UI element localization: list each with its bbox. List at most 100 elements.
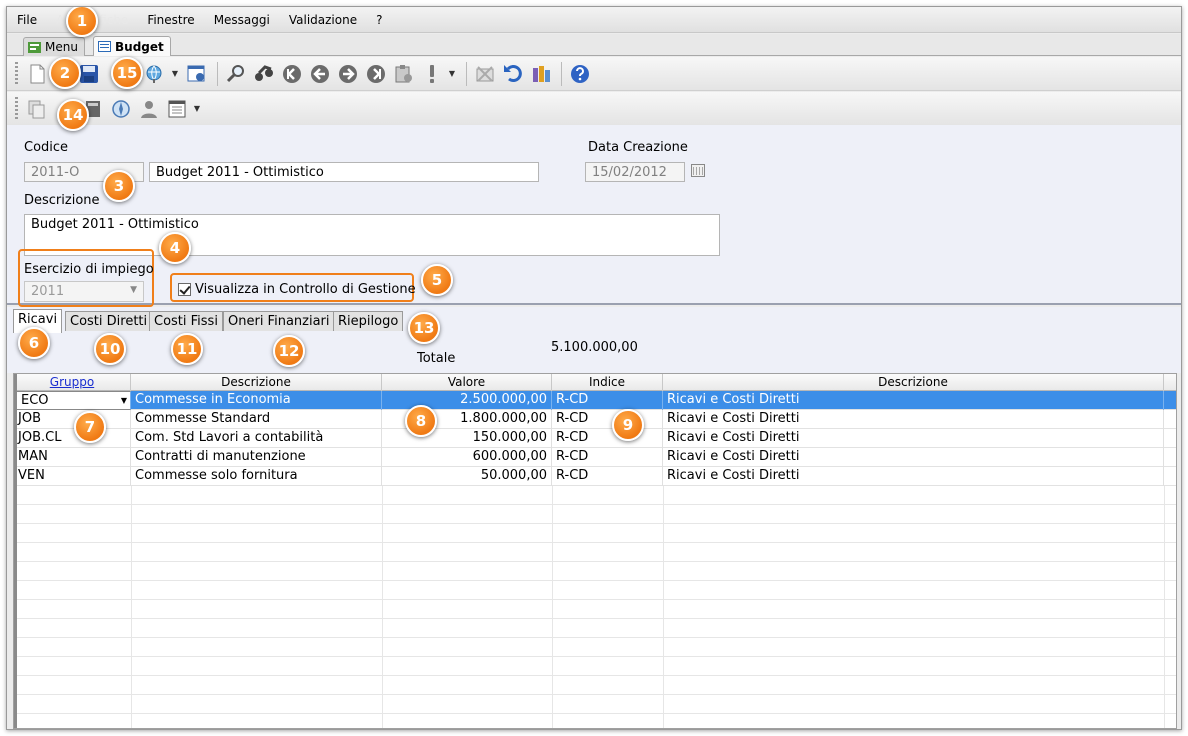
callout-badge: 10 [94,333,126,365]
table-row[interactable]: ECO ▼ Commesse in Economia 2.500.000,00 R… [14,391,1176,410]
cell-indice[interactable]: R-CD [552,429,663,448]
toolbar-grip[interactable] [15,61,18,86]
toolbar-separator [217,61,218,86]
cell-descrizione[interactable]: Commesse Standard [131,410,382,429]
visualizza-checkbox-row[interactable]: Visualizza in Controllo di Gestione [178,282,416,297]
report-button[interactable] [528,61,554,87]
copy-button[interactable] [24,96,50,122]
cell-descrizione[interactable]: Commesse solo fornitura [131,467,382,486]
section-tabs: Ricavi Costi Diretti Costi Fissi Oneri F… [7,307,1181,333]
new-document-icon [30,64,45,83]
first-record-button[interactable] [279,61,305,87]
cell-indice[interactable]: R-CD [552,391,663,410]
table-row[interactable]: MAN Contratti di manutenzione 600.000,00… [14,448,1176,467]
menu-messaggi[interactable]: Messaggi [214,13,270,27]
help-button[interactable] [567,61,593,87]
budget-tab-icon [98,41,111,52]
cell-gruppo[interactable]: JOB.CL [14,429,131,448]
layout-dropdown-caret[interactable]: ▼ [192,96,202,122]
column-descrizione[interactable]: Descrizione [131,374,382,391]
cell-indice[interactable]: R-CD [552,448,663,467]
callout-badge: 5 [421,264,453,296]
menu-help[interactable]: ? [376,13,382,27]
properties-button[interactable] [184,61,210,87]
secondary-toolbar: ▼ [7,92,1181,126]
exclamation-icon [430,64,434,83]
cell-descrizione-indice[interactable]: Ricavi e Costi Diretti [663,429,1164,448]
cell-descrizione[interactable]: Commesse in Economia [131,391,382,410]
cell-gruppo[interactable]: MAN [14,448,131,467]
tab-budget-label: Budget [115,39,164,54]
table-row[interactable]: JOB Commesse Standard 1.800.000,00 R-CD … [14,410,1176,429]
globe-button[interactable] [142,61,168,87]
cell-indice[interactable]: R-CD [552,410,663,429]
tab-menu[interactable]: Menu [23,37,85,56]
alert-dropdown-caret[interactable]: ▼ [447,61,457,87]
codice-description-input[interactable]: Budget 2011 - Ottimistico [149,162,539,182]
column-indice[interactable]: Indice [552,374,663,391]
cell-valore[interactable]: 150.000,00 [382,429,552,448]
cell-descrizione[interactable]: Contratti di manutenzione [131,448,382,467]
totale-label: Totale [417,351,456,366]
data-creazione-input[interactable]: 15/02/2012 [585,162,685,182]
esercizio-label: Esercizio di impiego [24,262,154,277]
magnifier-icon [226,64,244,82]
cell-indice[interactable]: R-CD [552,467,663,486]
visualizza-checkbox[interactable] [178,283,191,296]
callout-badge: 15 [111,57,143,89]
layout-button[interactable] [164,96,190,122]
menu-file[interactable]: File [17,13,37,27]
gruppo-combo[interactable]: ECO ▼ [16,391,131,410]
callout-badge: 11 [171,333,203,365]
menu-finestre[interactable]: Finestre [147,13,194,27]
next-record-button[interactable] [335,61,361,87]
table-row[interactable]: JOB.CL Com. Std Lavori a contabilità 150… [14,429,1176,448]
column-valore[interactable]: Valore [382,374,552,391]
cell-descrizione-indice[interactable]: Ricavi e Costi Diretti [663,410,1164,429]
menu-validazione[interactable]: Validazione [289,13,357,27]
user-button[interactable] [136,96,162,122]
cell-descrizione[interactable]: Com. Std Lavori a contabilità [131,429,382,448]
calendar-icon[interactable] [691,164,705,177]
cell-descrizione-indice[interactable]: Ricavi e Costi Diretti [663,391,1164,410]
alert-button[interactable] [419,61,445,87]
esercizio-select[interactable]: 2011 ▼ [24,281,144,302]
esercizio-value: 2011 [31,284,65,299]
tab-budget[interactable]: Budget [93,36,171,56]
cell-gruppo[interactable]: JOB [14,410,131,429]
chevron-down-icon[interactable]: ▼ [121,392,127,409]
previous-record-button[interactable] [307,61,333,87]
tab-riepilogo[interactable]: Riepilogo [333,311,404,331]
globe-dropdown-caret[interactable]: ▼ [170,61,180,87]
cell-gruppo[interactable]: VEN [14,467,131,486]
cancel-edit-icon [476,65,494,82]
menu-bar: File Anagrafiche Finestre Messaggi Valid… [7,7,1181,33]
codice-label: Codice [24,140,69,155]
new-button[interactable] [24,61,50,87]
toolbar-separator [561,61,562,86]
last-arrow-icon [367,64,385,83]
undo-button[interactable] [500,61,526,87]
column-gruppo[interactable]: Gruppo [14,374,131,391]
table-row[interactable]: VEN Commesse solo fornitura 50.000,00 R-… [14,467,1176,486]
toolbar-grip[interactable] [15,96,18,121]
compass-button[interactable] [108,96,134,122]
data-creazione-label: Data Creazione [588,140,688,155]
column-descrizione-indice[interactable]: Descrizione [663,374,1164,391]
cell-descrizione-indice[interactable]: Ricavi e Costi Diretti [663,448,1164,467]
last-record-button[interactable] [363,61,389,87]
callout-badge: 9 [612,409,644,441]
clipboard-button[interactable] [391,61,417,87]
column-gruppo-link[interactable]: Gruppo [50,375,94,389]
cell-descrizione-indice[interactable]: Ricavi e Costi Diretti [663,467,1164,486]
cancel-edit-button[interactable] [472,61,498,87]
tab-costi-fissi[interactable]: Costi Fissi [149,311,223,331]
tab-oneri-finanziari[interactable]: Oneri Finanziari [223,311,335,331]
cell-valore[interactable]: 2.500.000,00 [382,391,552,410]
cell-valore[interactable]: 600.000,00 [382,448,552,467]
search-button[interactable] [223,61,249,87]
cell-valore[interactable]: 50.000,00 [382,467,552,486]
callout-badge: 7 [74,411,106,443]
binoculars-button[interactable] [251,61,277,87]
tab-costi-diretti[interactable]: Costi Diretti [65,311,153,331]
